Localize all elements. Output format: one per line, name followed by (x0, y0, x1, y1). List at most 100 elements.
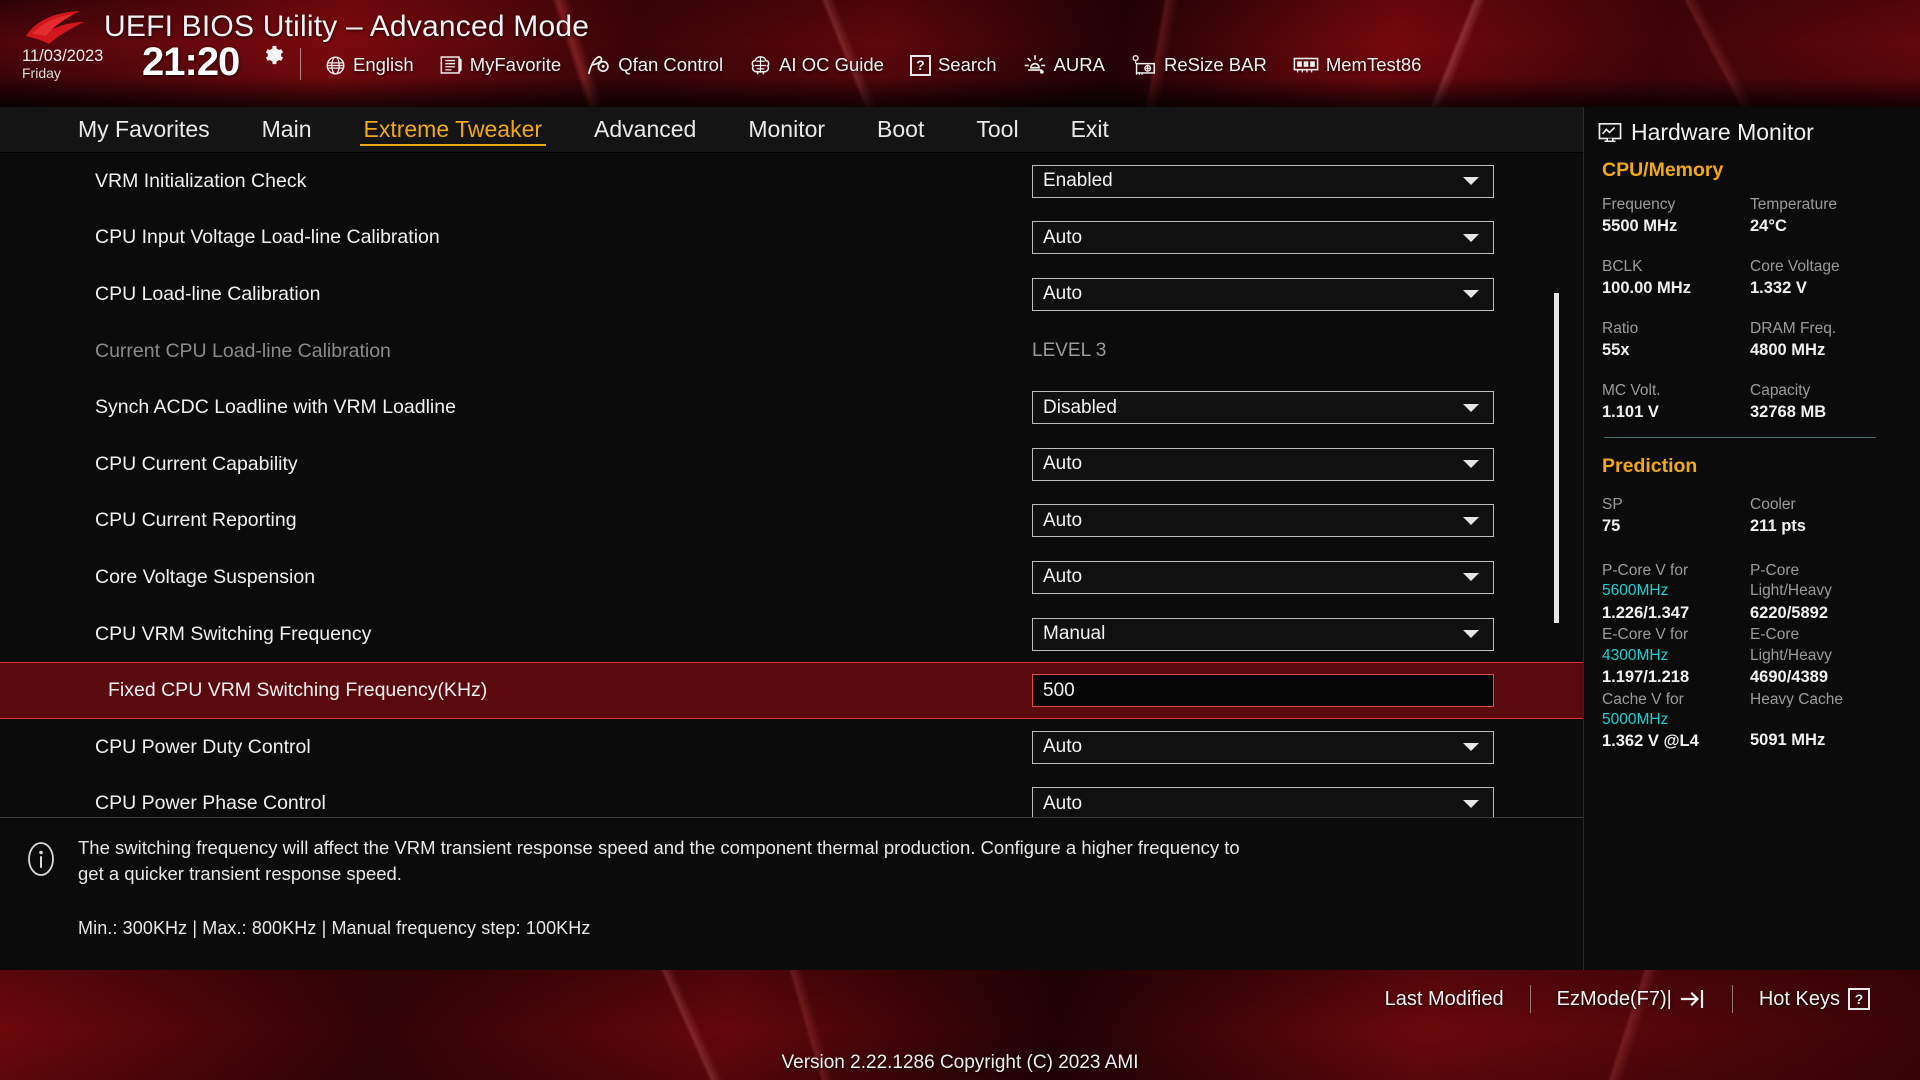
toolbar-label: Search (937, 54, 997, 75)
monitor-chart-icon (1598, 122, 1622, 142)
toolbar-item-memtest86[interactable]: MemTest86 (1280, 50, 1435, 80)
hwm-cell: Frequency 5500 MHz (1602, 195, 1750, 239)
settings-panel: VRM Initialization Check Enabled CPU Input… (0, 153, 1583, 817)
hwm-row: MC Volt. 1.101 V Capacity 32768 MB (1602, 381, 1902, 425)
setting-dropdown[interactable]: Manual (1032, 617, 1494, 651)
chevron-down-icon (1463, 799, 1479, 808)
setting-dropdown[interactable]: Auto (1032, 560, 1494, 594)
setting-value: Manual (1043, 623, 1106, 645)
setting-row[interactable]: VRM Initialization Check Enabled (0, 153, 1583, 210)
brain-icon (751, 55, 770, 74)
setting-row[interactable]: Synch ACDC Loadline with VRM Loadline Dis… (0, 379, 1583, 436)
hwm-row: E-Core V for 4300MHz 1.197/1.218 E-Core … (1602, 625, 1902, 689)
setting-row[interactable]: CPU Power Duty Control Auto (0, 719, 1583, 776)
setting-row[interactable]: CPU Current Capability Auto (0, 436, 1583, 493)
toolbar-item-qfan-control[interactable]: Qfan Control (574, 50, 736, 80)
setting-value: Auto (1043, 453, 1083, 475)
toolbar-item-myfavorite[interactable]: MyFavorite (427, 50, 575, 80)
hwm-cell: Capacity 32768 MB (1750, 381, 1898, 425)
toolbar-label: English (353, 54, 414, 75)
clock-text: 21:20 (142, 40, 240, 84)
hwm-cell: SP 75 (1602, 495, 1750, 539)
hwm-cell: Cooler 211 pts (1750, 495, 1898, 539)
toolbar-label: Qfan Control (618, 54, 724, 75)
setting-label: CPU Current Reporting (95, 509, 297, 532)
chevron-down-icon (1463, 460, 1479, 469)
setting-row[interactable]: CPU VRM Switching Frequency Manual (0, 606, 1583, 663)
setting-dropdown[interactable]: Auto (1032, 447, 1494, 481)
hwm-cell: P-Core V for 5600MHz 1.226/1.347 (1602, 561, 1750, 625)
hot-keys-button[interactable]: Hot Keys ? (1733, 982, 1896, 1016)
settings-scrollbar[interactable] (1554, 157, 1559, 813)
tab-main[interactable]: Main (236, 107, 338, 153)
hwm-cpu-memory-grid: Frequency 5500 MHz Temperature 24°C BCLK 10… (1602, 195, 1902, 425)
hwm-value: 24°C (1750, 217, 1787, 236)
setting-value: Auto (1043, 283, 1083, 305)
toolbar-item-ai-oc-guide[interactable]: AI OC Guide (736, 50, 897, 80)
hwm-value: 75 (1602, 517, 1621, 536)
ezmode-button[interactable]: EzMode(F7)| (1531, 982, 1732, 1016)
hwm-value: 100.00 MHz (1602, 279, 1691, 298)
toolbar-item-search[interactable]: ? Search (897, 50, 1010, 80)
toolbar-item-aura[interactable]: AURA (1010, 50, 1118, 80)
hwm-row: P-Core V for 5600MHz 1.226/1.347 P-Core … (1602, 561, 1902, 625)
setting-value: Disabled (1043, 396, 1117, 418)
setting-row[interactable]: CPU Input Voltage Load-line Calibration A… (0, 210, 1583, 267)
setting-dropdown[interactable]: Auto (1032, 787, 1494, 817)
setting-label: Synch ACDC Loadline with VRM Loadline (95, 396, 456, 419)
last-modified-button[interactable]: Last Modified (1359, 982, 1530, 1016)
setting-value: Auto (1043, 509, 1083, 531)
tab-tool[interactable]: Tool (950, 107, 1044, 153)
setting-label: CPU Input Voltage Load-line Calibration (95, 226, 440, 249)
aura-light-icon (1024, 55, 1046, 74)
setting-label: Fixed CPU VRM Switching Frequency(KHz) (108, 679, 488, 702)
setting-row[interactable]: Fixed CPU VRM Switching Frequency(KHz) 50… (0, 662, 1583, 719)
scrollbar-thumb[interactable] (1554, 293, 1559, 623)
header-divider (300, 48, 301, 80)
setting-dropdown[interactable]: Auto (1032, 730, 1494, 764)
setting-row[interactable]: CPU Load-line Calibration Auto (0, 266, 1583, 323)
setting-label: Current CPU Load-line Calibration (95, 339, 391, 362)
hwm-row: SP 75 Cooler 211 pts (1602, 495, 1902, 539)
setting-label: CPU Current Capability (95, 452, 298, 475)
hwm-key: Cooler (1750, 496, 1796, 513)
memory-module-icon (1293, 57, 1319, 73)
gear-icon[interactable] (262, 44, 284, 66)
tab-my-favorites[interactable]: My Favorites (52, 107, 236, 153)
setting-input[interactable]: 500 (1032, 674, 1494, 708)
setting-dropdown[interactable]: Enabled (1032, 164, 1494, 198)
setting-value: Auto (1043, 566, 1083, 588)
date-block: 11/03/2023 Friday (22, 47, 103, 81)
hwm-key: E-Core V for (1602, 626, 1689, 644)
setting-value: 500 (1043, 679, 1075, 701)
setting-dropdown[interactable]: Auto (1032, 277, 1494, 311)
tab-advanced[interactable]: Advanced (568, 107, 722, 153)
toolbar-item-english[interactable]: English (312, 50, 427, 80)
hardware-monitor-panel: Hardware Monitor CPU/Memory Frequency 550… (1583, 107, 1920, 970)
toolbar-item-resize-bar[interactable]: ReSize BAR (1118, 50, 1280, 80)
setting-dropdown[interactable]: Auto (1032, 504, 1494, 538)
setting-readonly-value: LEVEL 3 (1032, 340, 1107, 362)
hwm-key: Ratio (1602, 319, 1639, 337)
tab-boot[interactable]: Boot (851, 107, 950, 153)
toolbar-label: MemTest86 (1325, 54, 1422, 75)
tab-monitor[interactable]: Monitor (722, 107, 851, 153)
hwm-cell: E-Core Light/Heavy 4690/4389 (1750, 625, 1898, 689)
hwm-value: 211 pts (1750, 517, 1806, 536)
chevron-down-icon (1463, 233, 1479, 242)
tab-extreme-tweaker[interactable]: Extreme Tweaker (338, 107, 569, 153)
setting-row[interactable]: CPU Current Reporting Auto (0, 493, 1583, 550)
hwm-cell: BCLK 100.00 MHz (1602, 257, 1750, 301)
hwm-value: 5091 MHz (1750, 730, 1826, 749)
setting-row[interactable]: Current CPU Load-line Calibration LEVEL 3 (0, 323, 1583, 380)
settings-list: VRM Initialization Check Enabled CPU Input… (0, 153, 1583, 817)
setting-dropdown[interactable]: Disabled (1032, 391, 1494, 425)
setting-label: CPU VRM Switching Frequency (95, 622, 372, 645)
setting-dropdown[interactable]: Auto (1032, 221, 1494, 255)
setting-row[interactable]: Core Voltage Suspension Auto (0, 549, 1583, 606)
hwm-value: 32768 MB (1750, 403, 1827, 422)
hwm-key: Cache V for (1602, 690, 1684, 708)
tab-exit[interactable]: Exit (1045, 107, 1135, 153)
setting-row[interactable]: CPU Power Phase Control Auto (0, 776, 1583, 817)
hwm-cell: Core Voltage 1.332 V (1750, 257, 1898, 301)
